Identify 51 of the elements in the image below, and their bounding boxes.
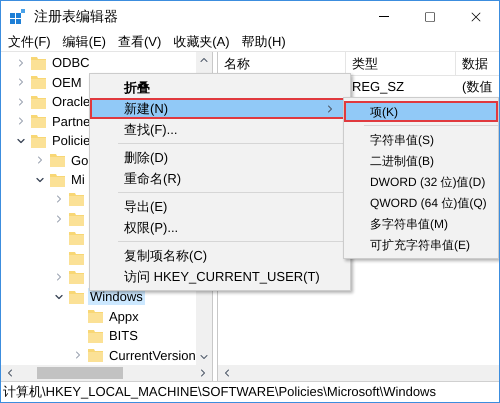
- menu-bar-item[interactable]: 文件(F): [3, 32, 56, 52]
- tree-item[interactable]: Appx: [107, 308, 141, 325]
- scrollbar-thumb[interactable]: [37, 367, 123, 379]
- menu-bar-item[interactable]: 查看(V): [112, 32, 166, 52]
- tree-item[interactable]: Go: [69, 152, 90, 169]
- folder-icon: [88, 328, 103, 343]
- tree-item[interactable]: BITS: [107, 327, 140, 344]
- tree-item[interactable]: Oracle: [50, 93, 92, 110]
- folder-icon: [31, 56, 46, 70]
- menu-bar-item[interactable]: 帮助(H): [236, 32, 291, 52]
- folder-icon: [69, 212, 84, 226]
- folder-icon: [88, 348, 103, 362]
- menu-item[interactable]: 二进制值(B): [344, 150, 498, 171]
- folder-icon: [31, 134, 46, 148]
- menu-item[interactable]: DWORD (32 位)值(D): [344, 171, 498, 192]
- horizontal-scrollbar[interactable]: [1, 365, 212, 381]
- folder-icon: [50, 153, 65, 168]
- horizontal-scrollbar[interactable]: [218, 365, 499, 381]
- folder-icon: [31, 94, 46, 109]
- tree-item[interactable]: CurrentVersion: [107, 346, 196, 364]
- folder-icon: [69, 192, 84, 206]
- folder-icon: [31, 114, 46, 128]
- table-cell-text: (数值: [461, 78, 494, 96]
- maximize-icon: [424, 10, 436, 22]
- folder-icon: [69, 270, 84, 284]
- menu-item[interactable]: 可扩充字符串值(E): [344, 234, 498, 255]
- menu-bar-item[interactable]: 编辑(E): [58, 32, 111, 52]
- menu-item[interactable]: 折叠: [90, 77, 350, 98]
- tree-item[interactable]: ODBC: [50, 54, 92, 72]
- registry-editor-icon: [10, 8, 26, 24]
- tree-item[interactable]: OEM: [50, 74, 84, 91]
- table-cell-text: REG_SZ: [351, 78, 406, 96]
- folder-icon: [31, 75, 46, 90]
- folder-icon: [69, 290, 84, 304]
- tree-item[interactable]: Partne: [50, 112, 92, 130]
- menu-item[interactable]: 字符串值(S): [344, 129, 498, 150]
- status-bar: 计算机\HKEY_LOCAL_MACHINE\SOFTWARE\Policies\Microsoft\Windows: [1, 381, 499, 402]
- menu-item[interactable]: QWORD (64 位)值(Q): [344, 192, 498, 213]
- folder-icon: [50, 172, 65, 187]
- tree-item[interactable]: Policie: [50, 132, 92, 150]
- menu-item[interactable]: 多字符串值(M): [344, 213, 498, 234]
- menu-bar-item[interactable]: 收藏夹(A): [168, 32, 235, 52]
- minimize-icon: [379, 16, 389, 17]
- menu-item[interactable]: 访问 HKEY_CURRENT_USER(T): [90, 266, 350, 287]
- folder-icon: [69, 231, 84, 246]
- folder-icon: [88, 309, 103, 324]
- menu-item[interactable]: 项(K): [344, 101, 498, 122]
- tree-item[interactable]: Mi: [69, 171, 87, 188]
- window-title: 注册表编辑器: [34, 7, 118, 26]
- column-header[interactable]: 数据: [456, 52, 499, 75]
- folder-icon: [69, 250, 84, 265]
